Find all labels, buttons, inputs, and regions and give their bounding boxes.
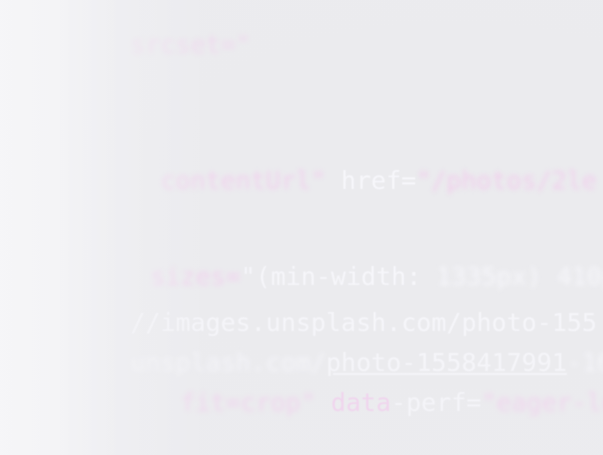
blurred-code-text: srcset=" contentUrl" href="/photos/2le s… [0,0,603,455]
code-token: data [315,388,392,417]
code-token: "eager-load [481,388,603,417]
code-line-1: srcset=" [40,0,251,90]
code-token: href= [325,166,417,195]
code-photo: srcset=" contentUrl" href="/photos/2le s… [0,0,603,455]
code-line-6: fit=crop" data-perf="eager-load [90,358,603,448]
code-token: "/photos/2le [416,166,597,195]
code-token: fit=crop" [180,388,316,417]
code-line-2: contentUrl" href="/photos/2le [70,136,597,226]
code-token: -perf= [391,388,482,417]
code-token: srcset=" [130,30,251,59]
code-token: contentUrl" [160,166,326,195]
